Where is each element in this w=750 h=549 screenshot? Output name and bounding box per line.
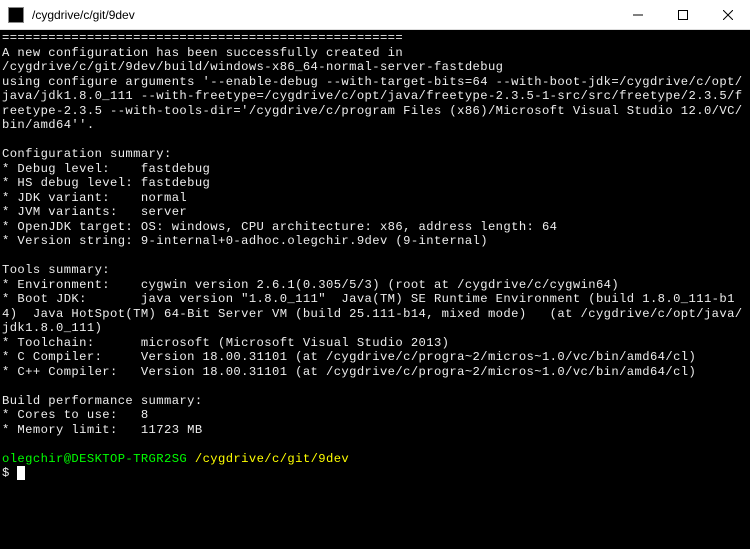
terminal-output[interactable]: ========================================… [0, 30, 750, 549]
build-path: /cygdrive/c/git/9dev/build/windows-x86_6… [2, 60, 503, 74]
c-compiler: * C Compiler: Version 18.00.31101 (at /c… [2, 350, 696, 364]
version-string: * Version string: 9-internal+0-adhoc.ole… [2, 234, 488, 248]
prompt-char: $ [2, 466, 10, 480]
window-titlebar: /cygdrive/c/git/9dev [0, 0, 750, 30]
tools-header: Tools summary: [2, 263, 110, 277]
maximize-icon [678, 10, 688, 20]
hs-debug: * HS debug level: fastdebug [2, 176, 210, 190]
minimize-button[interactable] [615, 0, 660, 30]
minimize-icon [633, 10, 643, 20]
memory: * Memory limit: 11723 MB [2, 423, 203, 437]
separator: ========================================… [2, 31, 403, 45]
close-button[interactable] [705, 0, 750, 30]
build-perf-header: Build performance summary: [2, 394, 203, 408]
environment: * Environment: cygwin version 2.6.1(0.30… [2, 278, 619, 292]
boot-jdk: * Boot JDK: java version "1.8.0_111" Jav… [2, 292, 743, 335]
cursor [17, 466, 25, 480]
configure-args: using configure arguments '--enable-debu… [2, 75, 743, 133]
debug-level: * Debug level: fastdebug [2, 162, 210, 176]
prompt-user: olegchir@DESKTOP-TRGR2SG [2, 452, 187, 466]
window-title: /cygdrive/c/git/9dev [32, 8, 615, 22]
jdk-variant: * JDK variant: normal [2, 191, 187, 205]
prompt-path: /cygdrive/c/git/9dev [195, 452, 349, 466]
cpp-compiler: * C++ Compiler: Version 18.00.31101 (at … [2, 365, 696, 379]
maximize-button[interactable] [660, 0, 705, 30]
toolchain: * Toolchain: microsoft (Microsoft Visual… [2, 336, 449, 350]
jvm-variants: * JVM variants: server [2, 205, 187, 219]
app-icon [8, 7, 24, 23]
config-summary-header: Configuration summary: [2, 147, 172, 161]
close-icon [723, 10, 733, 20]
openjdk-target: * OpenJDK target: OS: windows, CPU archi… [2, 220, 557, 234]
cores: * Cores to use: 8 [2, 408, 149, 422]
window-controls [615, 0, 750, 30]
created-msg: A new configuration has been successfull… [2, 46, 403, 60]
